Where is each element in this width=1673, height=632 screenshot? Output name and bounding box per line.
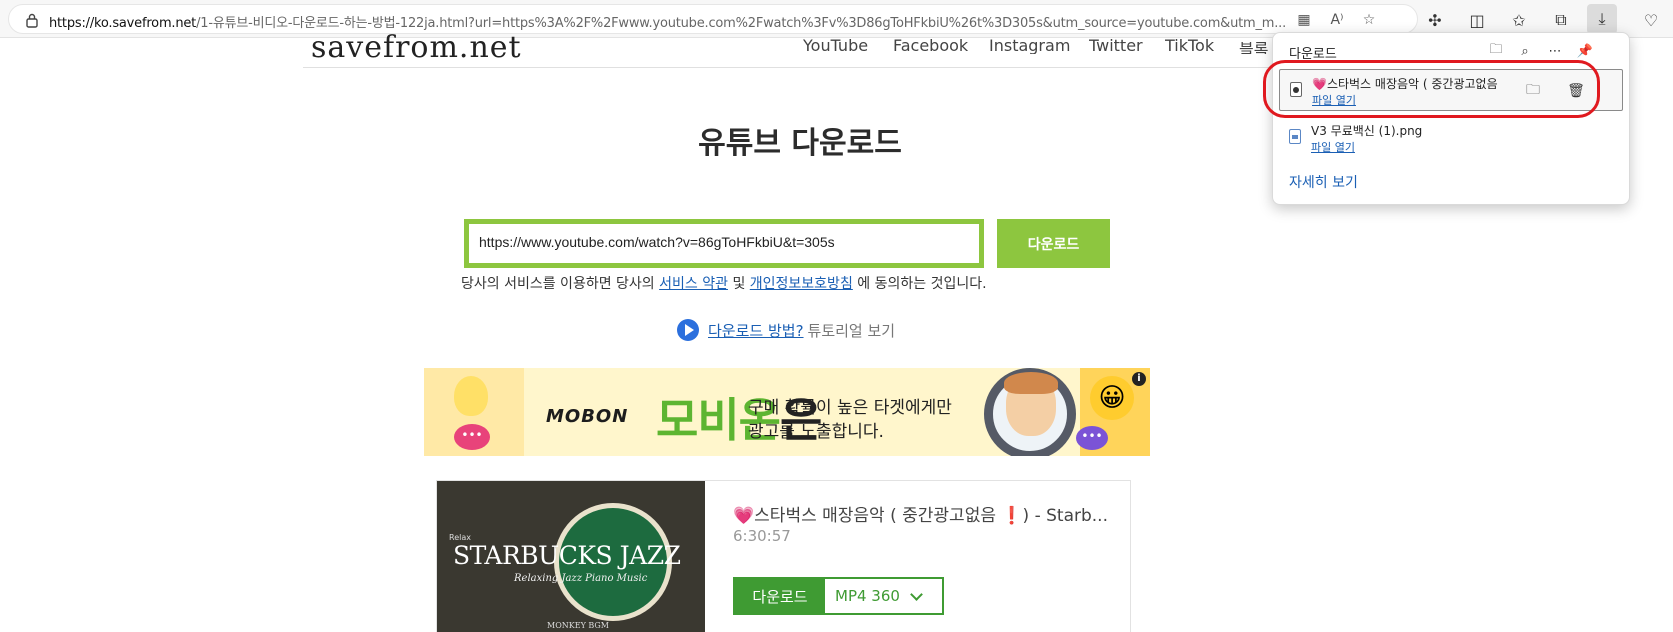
extensions-icon[interactable]: ✣ [1424, 9, 1446, 31]
nav-more[interactable]: 블록 [1239, 36, 1268, 54]
read-aloud-icon[interactable]: A⁾ [1327, 11, 1347, 29]
ad-banner[interactable]: ••• MOBON 모비온은 구매 확률이 높은 타겟에게만 광고를 노출합니다… [424, 368, 1150, 456]
howto-row: 다운로드 방법? 튜토리얼 보기 [677, 318, 895, 342]
terms-notice: 당사의 서비스를 이용하면 당사의 서비스 약관 및 개인정보보호방침 에 동의… [461, 273, 987, 293]
video-thumbnail[interactable]: Relax STARBUCKS JAZZ Relaxing Jazz Piano… [437, 481, 705, 632]
format-label: MP4 360 [835, 587, 900, 605]
nav-youtube[interactable]: YouTube [803, 36, 868, 54]
open-file-link[interactable]: 파일 열기 [1312, 92, 1356, 108]
search-icon[interactable]: ⌕ [1516, 42, 1534, 60]
site-header: savefrom.net YouTube Facebook Instagram … [303, 30, 1403, 68]
favorites-icon[interactable]: ✩ [1508, 9, 1530, 31]
download-filename: 💗스타벅스 매장음악 ( 중간광고없음 [1312, 77, 1498, 91]
terms-of-service-link[interactable]: 서비스 약관 [659, 276, 728, 292]
howto-link[interactable]: 다운로드 방법? [708, 320, 804, 341]
pin-icon[interactable]: 📌 [1576, 42, 1594, 60]
favorite-star-icon[interactable]: ☆ [1359, 11, 1379, 29]
more-options-icon[interactable]: ⋯ [1546, 42, 1564, 60]
video-duration: 6:30:57 [733, 527, 791, 545]
thumb-channel: MONKEY BGM [547, 621, 609, 630]
screen: https://ko.savefrom.net/1-유튜브-비디오-다운로드-하… [0, 0, 1673, 632]
address-bar[interactable]: https://ko.savefrom.net/1-유튜브-비디오-다운로드-하… [8, 4, 1418, 34]
lightbulb-icon [454, 376, 488, 416]
delete-trash-icon[interactable]: 🗑 [1565, 80, 1587, 102]
video-url-input[interactable]: https://www.youtube.com/watch?v=86gToHFk… [464, 219, 984, 268]
ad-copy: 구매 확률이 높은 타겟에게만 광고를 노출합니다. [748, 396, 952, 444]
downloads-title: 다운로드 [1289, 47, 1337, 62]
result-download-button[interactable]: 다운로드 [735, 579, 825, 613]
nav-twitter[interactable]: Twitter [1089, 36, 1143, 54]
download-item[interactable]: V3 무료백신 (1).png 파일 열기 [1279, 117, 1623, 159]
download-button[interactable]: 다운로드 [997, 219, 1110, 268]
image-file-icon [1289, 129, 1301, 144]
format-select[interactable]: MP4 360 [825, 579, 942, 613]
smiley-emoji-icon: 😀 [1090, 376, 1134, 420]
open-folder-icon[interactable]: 🗀 [1487, 42, 1505, 60]
nav-tiktok[interactable]: TikTok [1165, 36, 1214, 54]
url-host: https://ko.savefrom.net [49, 16, 197, 31]
terms-prefix: 당사의 서비스를 이용하면 당사의 [461, 276, 655, 292]
url-path: /1-유튜브-비디오-다운로드-하는-방법-122ja.html?url=htt… [196, 16, 1287, 31]
page-title: 유튜브 다운로드 [698, 126, 902, 161]
video-file-icon [1290, 82, 1302, 97]
download-filename: V3 무료백신 (1).png [1311, 124, 1423, 138]
ad-copy-line1: 구매 확률이 높은 타겟에게만 [748, 398, 952, 418]
collections-icon[interactable]: ⧉ [1550, 9, 1572, 31]
video-title: 💗스타벅스 매장음악 ( 중간광고없음 ❗) - Starb... [733, 506, 1108, 526]
show-in-folder-icon[interactable]: 🗀 [1522, 80, 1544, 102]
chat-bubble-icon: ••• [454, 424, 490, 450]
split-screen-icon[interactable]: ◫ [1466, 9, 1488, 31]
result-card: Relax STARBUCKS JAZZ Relaxing Jazz Piano… [436, 480, 1131, 632]
result-download-control[interactable]: 다운로드 MP4 360 [733, 577, 944, 615]
terms-and: 및 [732, 276, 746, 292]
chevron-down-icon [910, 587, 923, 601]
chat-bubble-purple-icon: ••• [1076, 426, 1108, 450]
downloads-icon[interactable]: ⤓ [1587, 4, 1617, 34]
browser-essentials-icon[interactable]: ♡ [1640, 9, 1662, 31]
nav-facebook[interactable]: Facebook [893, 36, 968, 54]
lock-icon [26, 13, 38, 28]
see-more-link[interactable]: 자세히 보기 [1289, 172, 1358, 192]
nav-instagram[interactable]: Instagram [989, 36, 1070, 54]
download-item[interactable]: 💗스타벅스 매장음악 ( 중간광고없음 파일 열기 🗀 🗑 [1279, 69, 1623, 111]
site-logo[interactable]: savefrom.net [311, 30, 522, 66]
thumb-title: STARBUCKS JAZZ [453, 541, 681, 570]
privacy-policy-link[interactable]: 개인정보보호방침 [750, 276, 853, 292]
open-file-link[interactable]: 파일 열기 [1311, 139, 1355, 155]
howto-text: 튜토리얼 보기 [807, 321, 896, 340]
downloads-flyout: 다운로드 🗀 ⌕ ⋯ 📌 💗스타벅스 매장음악 ( 중간광고없음 파일 열기 🗀… [1272, 32, 1630, 205]
thumb-subtitle: Relaxing Jazz Piano Music [514, 573, 648, 584]
app-available-icon[interactable]: ▦ [1294, 11, 1314, 29]
address-url[interactable]: https://ko.savefrom.net/1-유튜브-비디오-다운로드-하… [49, 12, 1299, 31]
play-icon[interactable] [677, 319, 699, 341]
ad-info-icon[interactable]: i [1132, 372, 1146, 386]
mobon-logo: MOBON [546, 406, 629, 427]
person-hair [1004, 372, 1058, 394]
ad-copy-line2: 광고를 노출합니다. [748, 422, 884, 442]
terms-suffix: 에 동의하는 것입니다. [857, 276, 987, 292]
